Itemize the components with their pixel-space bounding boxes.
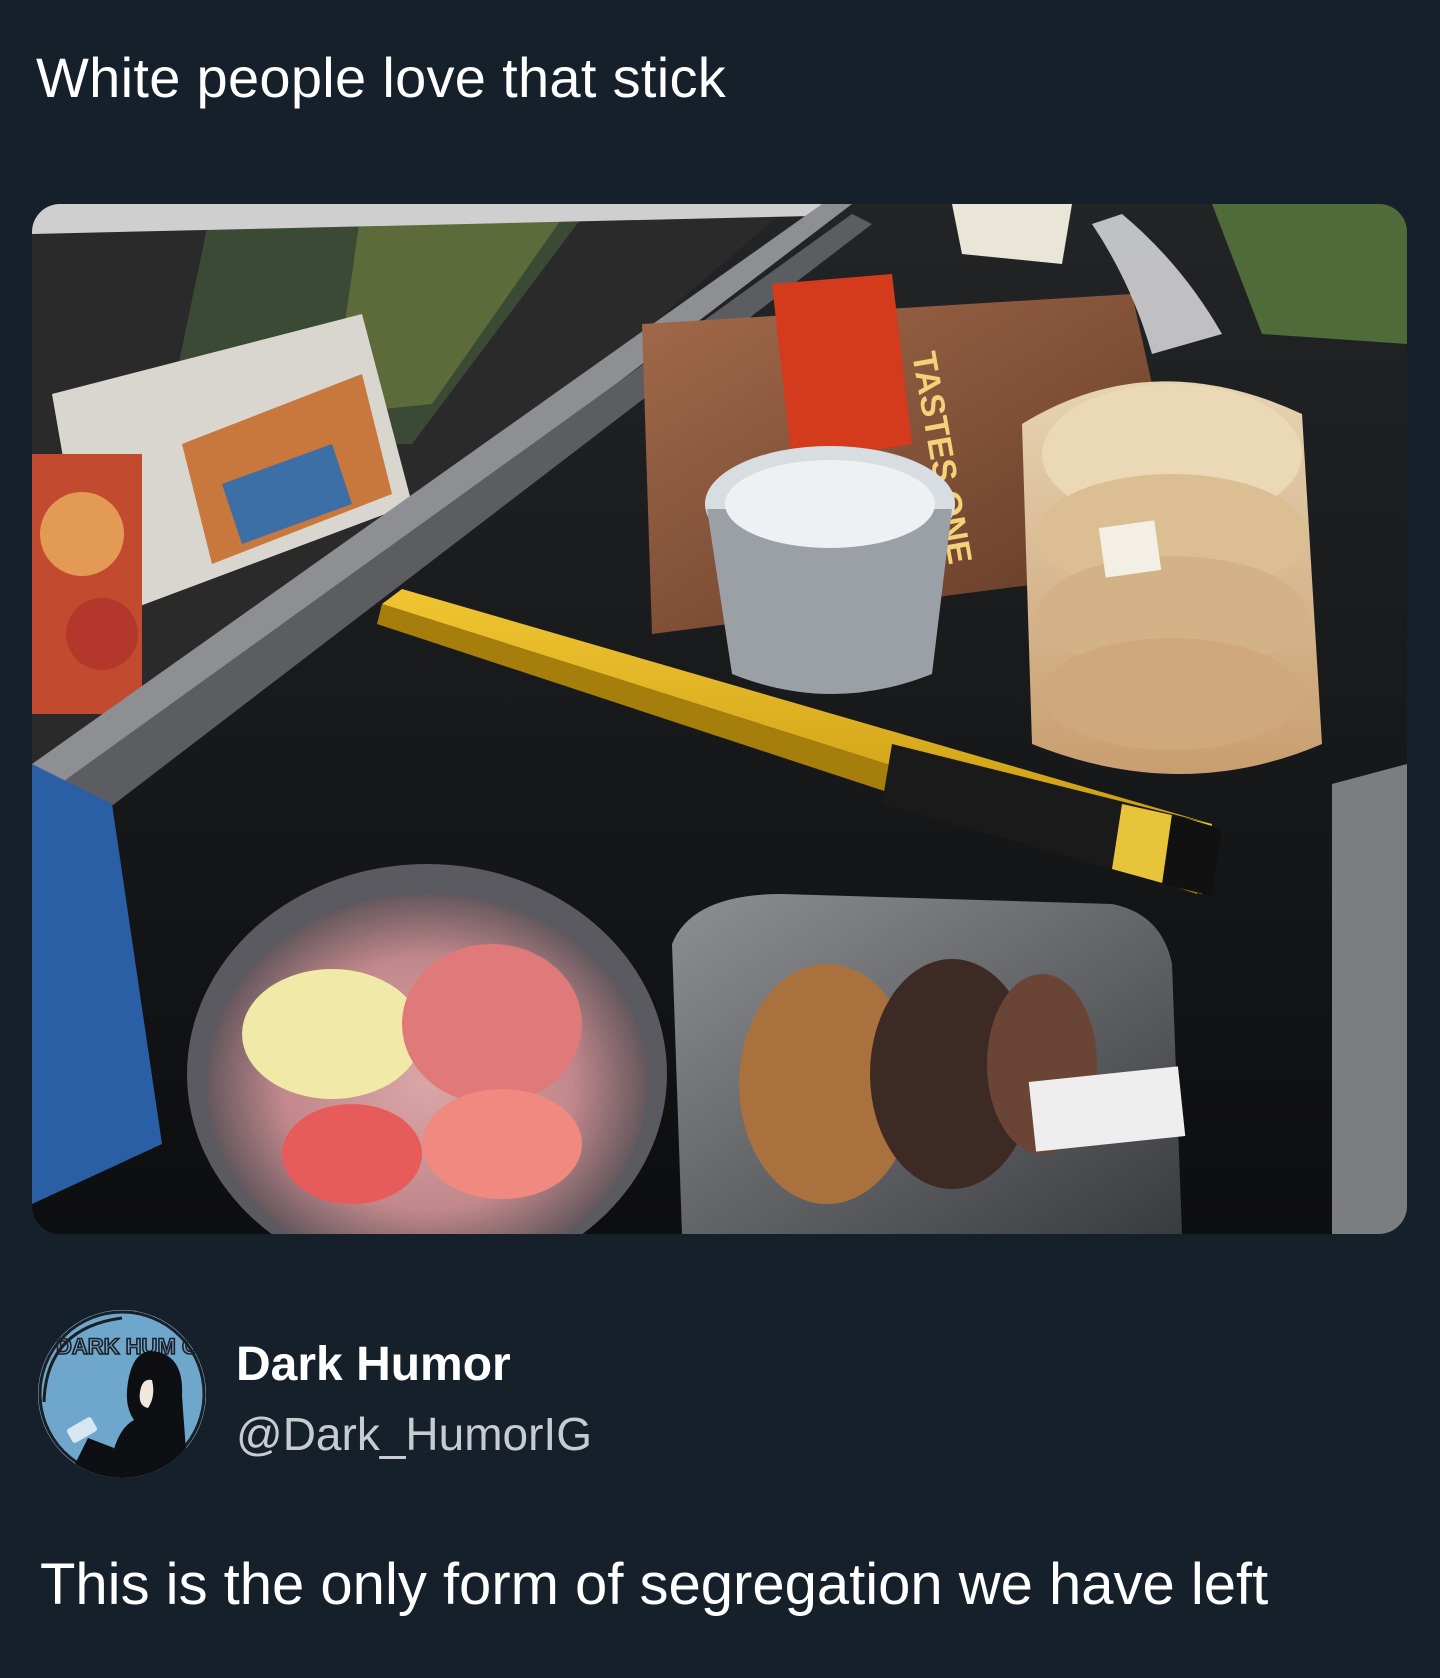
author-block[interactable]: DARK HUM OR Dark Humor @Dark_HumorIG	[38, 1310, 938, 1480]
avatar-text: DARK HUM OR	[56, 1334, 206, 1359]
author-name[interactable]: Dark Humor	[236, 1336, 511, 1394]
bottom-caption: This is the only form of segregation we …	[40, 1552, 1269, 1617]
avatar-illustration: DARK HUM OR	[38, 1310, 206, 1478]
post-photo[interactable]: TASTES ONE	[32, 204, 1407, 1234]
post-screenshot: White people love that stick TASTES ONE …	[0, 0, 1440, 1678]
author-avatar[interactable]: DARK HUM OR	[38, 1310, 206, 1478]
checkout-scene-illustration: TASTES ONE	[32, 204, 1407, 1234]
author-handle[interactable]: @Dark_HumorIG	[236, 1406, 592, 1462]
top-caption: White people love that stick	[36, 46, 727, 109]
